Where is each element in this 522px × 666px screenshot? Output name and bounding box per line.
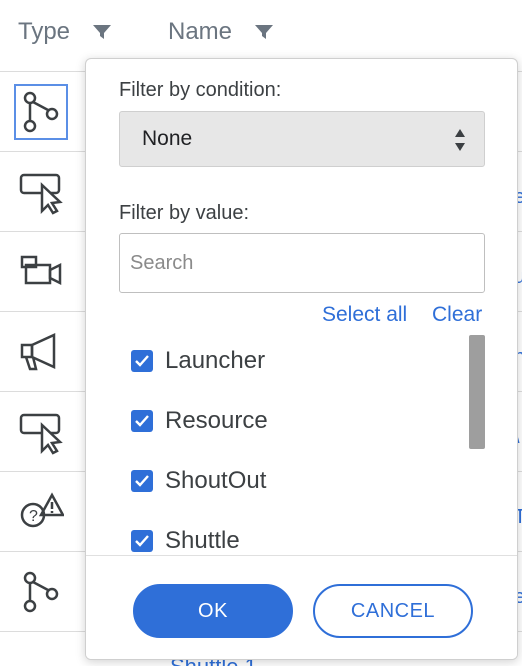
click-pointer-icon <box>14 164 68 220</box>
clear-link[interactable]: Clear <box>432 303 482 327</box>
workflow-icon <box>14 84 68 140</box>
filter-condition-label: Filter by condition: <box>119 79 282 101</box>
svg-text:?: ? <box>29 508 38 525</box>
name-column-header[interactable]: Name <box>168 18 274 46</box>
check-icon <box>135 415 149 427</box>
select-all-link[interactable]: Select all <box>322 303 407 327</box>
ok-button[interactable]: OK <box>133 584 293 638</box>
search-input[interactable] <box>119 233 485 293</box>
workflow-icon <box>14 564 68 620</box>
list-item[interactable]: Launcher <box>131 347 265 375</box>
list-item-label: Resource <box>165 407 268 434</box>
select-arrows-icon <box>455 129 465 151</box>
popup-footer: OK CANCEL <box>86 555 517 659</box>
checkbox-checked[interactable] <box>131 410 153 432</box>
list-item[interactable]: Resource <box>131 407 268 435</box>
check-icon <box>135 355 149 367</box>
question-warning-icon: ? <box>14 484 68 540</box>
list-item[interactable]: ShoutOut <box>131 467 266 495</box>
list-item-label: Shuttle <box>165 527 240 553</box>
filter-popup: Filter by condition: None Filter by valu… <box>85 58 518 660</box>
check-icon <box>135 475 149 487</box>
list-scrollbar[interactable] <box>469 335 485 449</box>
list-item-label: ShoutOut <box>165 467 267 494</box>
filter-value-label: Filter by value: <box>119 202 250 224</box>
name-column-label: Name <box>168 18 233 45</box>
condition-select-value: None <box>142 127 193 150</box>
filter-funnel-icon[interactable] <box>92 22 112 42</box>
shoutout-megaphone-icon <box>14 324 68 380</box>
check-icon <box>135 535 149 547</box>
checkbox-checked[interactable] <box>131 470 153 492</box>
click-pointer-icon <box>14 404 68 460</box>
checkbox-checked[interactable] <box>131 530 153 552</box>
condition-select[interactable]: None <box>119 111 485 167</box>
list-item-label: Launcher <box>165 347 266 374</box>
value-list: Launcher Resource ShoutOut Shuttle <box>86 335 517 553</box>
type-column-header[interactable]: Type <box>18 18 112 46</box>
checkbox-checked[interactable] <box>131 350 153 372</box>
filter-funnel-icon[interactable] <box>254 22 274 42</box>
cancel-button[interactable]: CANCEL <box>313 584 473 638</box>
list-item[interactable]: Shuttle <box>131 527 240 553</box>
launcher-icon <box>14 244 68 300</box>
type-column-label: Type <box>18 18 71 45</box>
